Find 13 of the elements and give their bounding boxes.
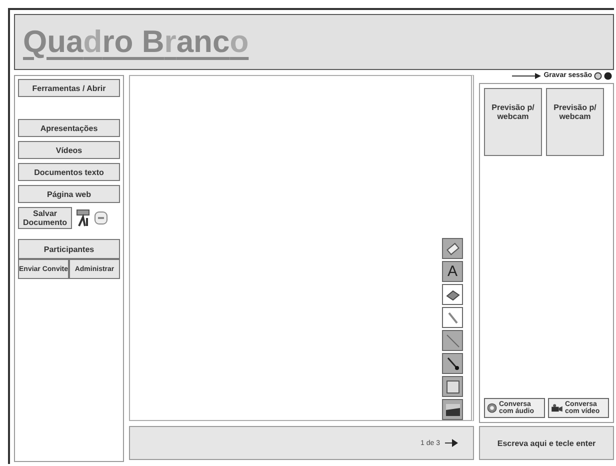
media-button[interactable]: Apresentações <box>18 119 120 137</box>
media-button[interactable]: Vídeos <box>18 141 120 159</box>
chat-input-field[interactable]: Escreva aqui e tecle enter <box>479 426 614 460</box>
whiteboard-canvas[interactable]: A <box>129 75 474 421</box>
media-button[interactable]: Página web <box>18 185 120 203</box>
webcam-preview: Previsão p/ webcam <box>546 88 604 156</box>
participants-button[interactable]: Participantes <box>18 239 120 259</box>
text-tool-button[interactable]: A <box>442 261 463 282</box>
media-button[interactable]: Documentos texto <box>18 163 120 181</box>
webcam-preview: Previsão p/ webcam <box>484 88 542 156</box>
app-title: Quadro Branco <box>23 24 249 60</box>
tools-button[interactable]: Ferramentas / Abrir <box>18 79 120 97</box>
save-button[interactable]: Salvar Documento <box>18 207 72 229</box>
